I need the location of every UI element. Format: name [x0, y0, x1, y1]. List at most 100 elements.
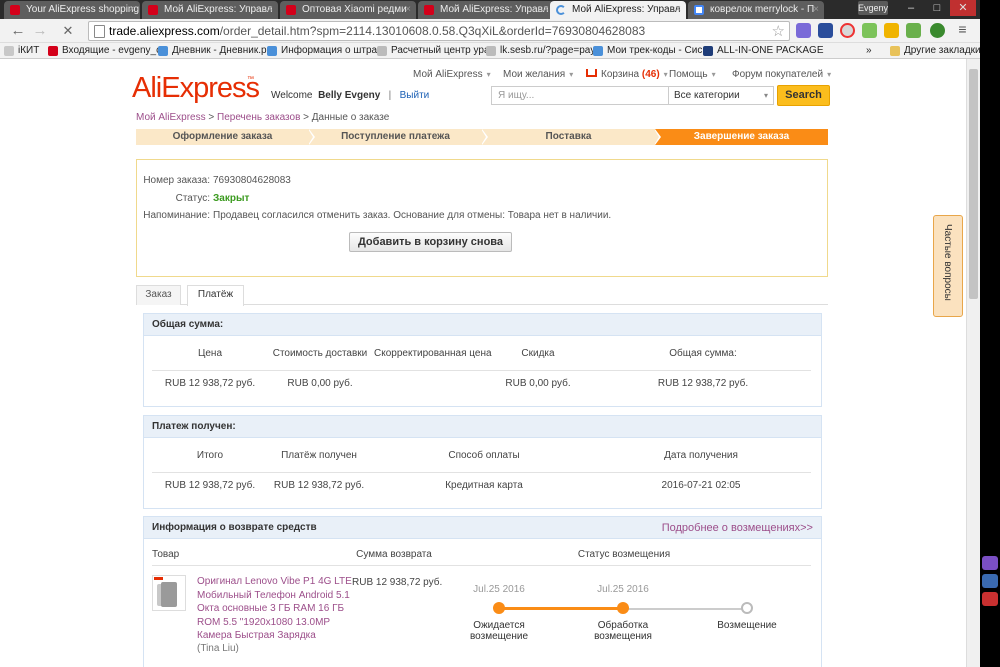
- aliexpress-logo[interactable]: AliExpress: [132, 72, 260, 105]
- seller-name: (Tina Liu): [197, 643, 239, 654]
- close-tab-icon[interactable]: ×: [267, 1, 273, 18]
- close-tab-icon[interactable]: ×: [405, 1, 411, 18]
- browser-tab[interactable]: Мой AliExpress: Управл ×: [418, 1, 554, 19]
- close-window-button[interactable]: ✕: [950, 0, 976, 16]
- extension-icon[interactable]: [796, 23, 811, 38]
- bookmark-item[interactable]: Мои трек-коды - Сис: [593, 44, 702, 58]
- search-input[interactable]: Я ищу...: [491, 86, 669, 105]
- page-content: AliExpress ™ Мой AliExpress ▾ Мои желания…: [0, 59, 966, 667]
- tab-title: коврелок merrylock - П: [710, 4, 815, 15]
- divider: [152, 565, 811, 566]
- profile-badge[interactable]: Evgeny: [858, 1, 888, 15]
- order-number-label: Номер заказа:: [143, 175, 210, 186]
- col-header: Способ оплаты: [448, 450, 520, 461]
- order-reminder-row: Напоминание: Продавец согласился отменить…: [137, 210, 611, 221]
- forum-menu[interactable]: Форум покупателей ▾: [732, 69, 831, 80]
- minimize-button[interactable]: –: [898, 0, 924, 16]
- refund-details-link[interactable]: Подробнее о возмещениях>>: [662, 517, 813, 539]
- browser-tab[interactable]: Мой AliExpress: Управл ×: [142, 1, 278, 19]
- breadcrumb-separator: >: [300, 112, 312, 123]
- panel-title: Платеж получен:: [144, 416, 821, 438]
- wishlist-menu[interactable]: Мои желания ▾: [503, 69, 573, 80]
- maximize-button[interactable]: □: [924, 0, 950, 16]
- folder-icon: [890, 46, 900, 56]
- bookmark-label: Другие закладки: [904, 45, 980, 56]
- bookmark-label: iКИТ: [18, 45, 40, 56]
- bookmark-item[interactable]: iКИТ: [4, 44, 39, 58]
- scrollbar-thumb[interactable]: [969, 69, 978, 299]
- cart-count: (46): [641, 69, 660, 80]
- timeline-dot-pending: [741, 602, 753, 614]
- close-tab-icon[interactable]: ×: [675, 1, 681, 18]
- bookmark-item[interactable]: Информация о штра: [267, 44, 377, 58]
- chevron-down-icon: ▾: [763, 91, 768, 100]
- mail-icon: [286, 5, 296, 15]
- address-bar[interactable]: trade.aliexpress.com/order_detail.htm?sp…: [88, 21, 790, 41]
- tab-order[interactable]: Заказ: [136, 285, 181, 305]
- browser-tab[interactable]: Your AliExpress shopping ×: [4, 1, 140, 19]
- product-title-link[interactable]: Оригинал Lenovo Vibe P1 4G LTE Мобильный…: [197, 575, 355, 643]
- extension-icon[interactable]: [930, 23, 945, 38]
- arrow-up-icon[interactable]: [862, 23, 877, 38]
- browser-tab-active[interactable]: Мой AliExpress: Управл ×: [550, 1, 686, 19]
- menu-icon[interactable]: ≡: [955, 22, 970, 38]
- refund-amount: RUB 12 938,72 руб.: [352, 577, 443, 588]
- col-header: Стоимость доставки: [272, 348, 368, 359]
- browser-tab[interactable]: Оптовая Xiaomi редми ×: [280, 1, 416, 19]
- forward-button[interactable]: →: [30, 21, 50, 41]
- phone-image: [161, 582, 177, 607]
- bookmark-icon: [267, 46, 277, 56]
- extension-icon[interactable]: [906, 23, 921, 38]
- back-button[interactable]: ←: [8, 21, 28, 41]
- bookmark-item[interactable]: Расчетный центр ура: [377, 44, 490, 58]
- step-label: Поставка: [545, 131, 592, 142]
- cart-menu[interactable]: Корзина (46) ▾: [586, 69, 668, 80]
- bookmark-item[interactable]: lk.sesb.ru/?page=pay: [486, 44, 595, 58]
- close-tab-icon[interactable]: ×: [543, 1, 549, 18]
- brand-tag: [154, 577, 163, 580]
- breadcrumb-link[interactable]: Перечень заказов: [217, 112, 300, 123]
- order-number: 76930804628083: [213, 175, 291, 186]
- my-aliexpress-menu[interactable]: Мой AliExpress ▾: [413, 69, 491, 80]
- payment-received-value: RUB 12 938,72 руб.: [273, 480, 365, 491]
- chevron-down-icon: ▾: [711, 70, 716, 79]
- add-to-cart-again-button[interactable]: Добавить в корзину снова: [349, 232, 512, 252]
- bookmark-star-icon[interactable]: ☆: [772, 22, 785, 40]
- step-order-placed: Оформление заказа: [136, 129, 315, 145]
- logout-link[interactable]: Выйти: [400, 90, 430, 101]
- bookmark-item[interactable]: ALL-IN-ONE PACKAGE: [703, 44, 824, 58]
- total-amount-panel: Общая сумма: Цена Стоимость доставки Ско…: [143, 313, 822, 407]
- page-scrollbar[interactable]: [966, 59, 980, 667]
- search-button[interactable]: Search: [777, 85, 830, 106]
- other-bookmarks[interactable]: Другие закладки: [890, 44, 980, 58]
- product-thumbnail[interactable]: [152, 575, 186, 611]
- bookmarks-overflow-button[interactable]: »: [866, 44, 872, 58]
- chevron-down-icon: ▾: [663, 70, 668, 79]
- username[interactable]: Belly Evgeny: [318, 90, 380, 101]
- app-icon[interactable]: [982, 574, 998, 588]
- bookmark-item[interactable]: Дневник - Дневник.р: [158, 44, 267, 58]
- faq-button[interactable]: Частые вопросы: [933, 215, 963, 317]
- close-tab-icon[interactable]: ×: [813, 1, 819, 18]
- divider: [152, 370, 811, 371]
- category-select[interactable]: Все категории ▾: [668, 86, 774, 105]
- breadcrumb-link[interactable]: Мой AliExpress: [136, 112, 206, 123]
- bookmark-item[interactable]: Входящие - evgeny_c: [48, 44, 161, 58]
- extension-icon[interactable]: [840, 23, 855, 38]
- bookmark-icon: [593, 46, 603, 56]
- help-menu[interactable]: Помощь ▾: [669, 69, 716, 80]
- stop-button[interactable]: ✕: [58, 21, 78, 41]
- tab-payment[interactable]: Платёж: [187, 285, 244, 306]
- close-tab-icon[interactable]: ×: [129, 1, 135, 18]
- app-icon[interactable]: [982, 592, 998, 606]
- viber-icon[interactable]: [982, 556, 998, 570]
- col-header: Итого: [196, 450, 224, 461]
- bookmark-icon: [377, 46, 387, 56]
- extension-icon[interactable]: [818, 23, 833, 38]
- step-arrow: [481, 129, 486, 145]
- reminder-text: Продавец согласился отменить заказ. Осно…: [213, 210, 612, 221]
- trademark-mark: ™: [247, 76, 254, 83]
- mail-icon: [148, 5, 158, 15]
- download-icon[interactable]: [884, 23, 899, 38]
- browser-tab[interactable]: коврелок merrylock - П ×: [688, 1, 824, 19]
